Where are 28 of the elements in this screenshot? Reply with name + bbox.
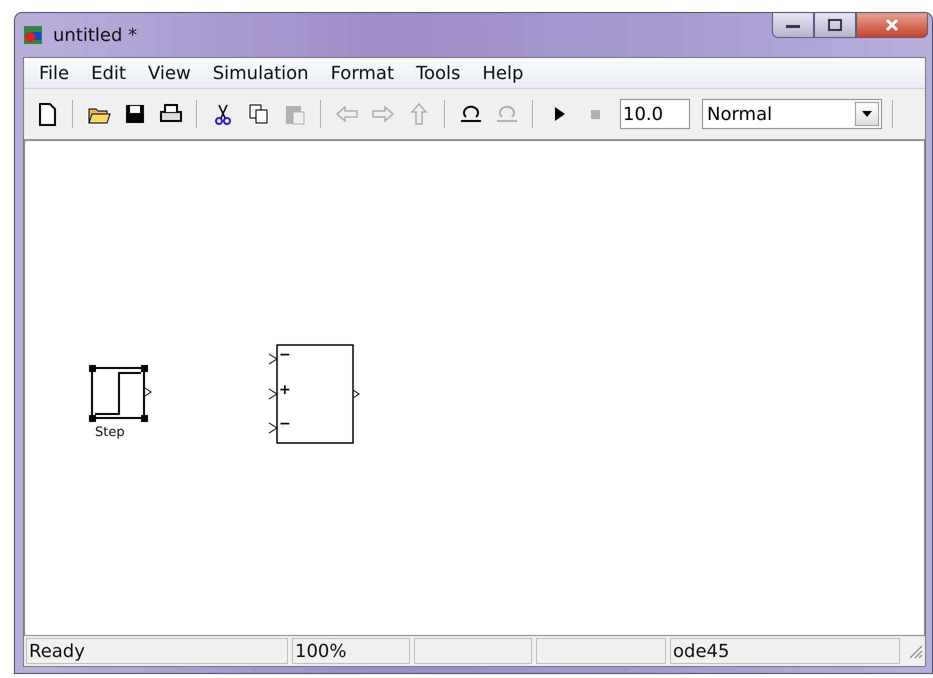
sign-label: − — [279, 417, 291, 431]
model-canvas[interactable]: Step − + − — [24, 140, 925, 636]
menu-item[interactable]: Simulation — [202, 62, 320, 84]
stop-time-field[interactable]: 10.0 — [620, 99, 690, 129]
sign-label: − — [279, 348, 291, 362]
menu-item[interactable]: Help — [471, 62, 534, 84]
maximize-icon[interactable] — [828, 19, 842, 31]
menu-item[interactable]: Edit — [80, 62, 137, 84]
maximize-button[interactable] — [814, 13, 856, 38]
menu-item[interactable]: Format — [320, 62, 406, 84]
sign-label: + — [279, 383, 291, 397]
sum-block[interactable] — [268, 344, 360, 444]
status-field: 100% — [292, 638, 410, 664]
close-icon[interactable] — [885, 18, 899, 32]
mode-dropdown[interactable]: Normal — [702, 99, 882, 129]
status-field: Ready — [26, 638, 288, 664]
window-title: untitled * — [53, 24, 138, 46]
menu-item[interactable]: Tools — [405, 62, 472, 84]
status-field: ode45 — [670, 638, 900, 664]
block-label: Step — [95, 425, 125, 440]
menu-item[interactable]: File — [28, 62, 80, 84]
caret-icon[interactable] — [862, 111, 872, 117]
menu-item[interactable]: View — [136, 62, 202, 84]
minimize-icon[interactable] — [786, 22, 800, 28]
app-icon — [23, 25, 43, 45]
resize-grip-icon[interactable] — [907, 643, 923, 659]
minimize-button[interactable] — [772, 13, 814, 38]
close-button[interactable] — [856, 13, 928, 38]
